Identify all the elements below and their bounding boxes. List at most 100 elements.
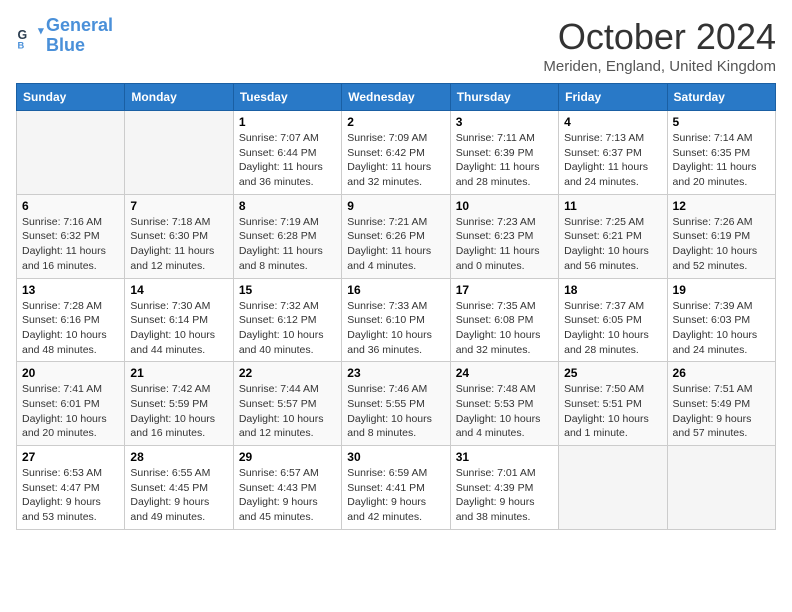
calendar-cell: 2Sunrise: 7:09 AM Sunset: 6:42 PM Daylig… <box>342 111 450 195</box>
location-subtitle: Meriden, England, United Kingdom <box>543 58 776 75</box>
weekday-header-thursday: Thursday <box>450 84 558 111</box>
day-number: 25 <box>564 366 661 380</box>
calendar-cell: 3 Sunrise: 7:11 AM Sunset: 6:39 PM Daylig… <box>450 111 558 195</box>
weekday-header-friday: Friday <box>559 84 667 111</box>
logo-icon: G B <box>16 22 44 50</box>
calendar-week-row: 6 Sunrise: 7:16 AM Sunset: 6:32 PM Daylig… <box>17 194 776 278</box>
day-number: 5 <box>673 115 770 129</box>
day-number: 8 <box>239 199 336 213</box>
weekday-header-tuesday: Tuesday <box>233 84 341 111</box>
day-number: 12 <box>673 199 770 213</box>
header: G B General Blue October 2024 Meriden, E… <box>16 16 776 75</box>
day-detail: Sunrise: 7:44 AM Sunset: 5:57 PM Dayligh… <box>239 382 336 441</box>
calendar-cell: 12 Sunrise: 7:26 AM Sunset: 6:19 PM Dayli… <box>667 194 775 278</box>
day-detail: Sunrise: 7:13 AM Sunset: 6:37 PM Dayligh… <box>564 131 661 190</box>
calendar-week-row: 20 Sunrise: 7:41 AM Sunset: 6:01 PM Dayli… <box>17 362 776 446</box>
calendar-cell: 21 Sunrise: 7:42 AM Sunset: 5:59 PM Dayli… <box>125 362 233 446</box>
calendar-cell <box>125 111 233 195</box>
calendar-week-row: 13Sunrise: 7:28 AM Sunset: 6:16 PM Dayli… <box>17 278 776 362</box>
title-block: October 2024 Meriden, England, United Ki… <box>543 16 776 75</box>
calendar-cell: 10 Sunrise: 7:23 AM Sunset: 6:23 PM Dayli… <box>450 194 558 278</box>
calendar-cell: 29 Sunrise: 6:57 AM Sunset: 4:43 PM Dayli… <box>233 446 341 530</box>
day-number: 17 <box>456 283 553 297</box>
day-number: 14 <box>130 283 227 297</box>
day-number: 29 <box>239 450 336 464</box>
day-number: 26 <box>673 366 770 380</box>
day-detail: Sunrise: 7:30 AM Sunset: 6:14 PM Dayligh… <box>130 299 227 358</box>
day-detail: Sunrise: 7:41 AM Sunset: 6:01 PM Dayligh… <box>22 382 119 441</box>
day-number: 9 <box>347 199 444 213</box>
calendar-cell: 22 Sunrise: 7:44 AM Sunset: 5:57 PM Dayli… <box>233 362 341 446</box>
day-detail: Sunrise: 7:01 AM Sunset: 4:39 PM Dayligh… <box>456 466 553 525</box>
calendar-week-row: 1Sunrise: 7:07 AM Sunset: 6:44 PM Daylig… <box>17 111 776 195</box>
day-detail: Sunrise: 6:53 AM Sunset: 4:47 PM Dayligh… <box>22 466 119 525</box>
day-detail: Sunrise: 7:37 AM Sunset: 6:05 PM Dayligh… <box>564 299 661 358</box>
day-detail: Sunrise: 7:33 AM Sunset: 6:10 PM Dayligh… <box>347 299 444 358</box>
day-detail: Sunrise: 6:55 AM Sunset: 4:45 PM Dayligh… <box>130 466 227 525</box>
day-detail: Sunrise: 7:25 AM Sunset: 6:21 PM Dayligh… <box>564 215 661 274</box>
calendar-cell: 23Sunrise: 7:46 AM Sunset: 5:55 PM Dayli… <box>342 362 450 446</box>
logo: G B General Blue <box>16 16 113 56</box>
day-detail: Sunrise: 7:19 AM Sunset: 6:28 PM Dayligh… <box>239 215 336 274</box>
day-number: 7 <box>130 199 227 213</box>
day-detail: Sunrise: 7:11 AM Sunset: 6:39 PM Dayligh… <box>456 131 553 190</box>
calendar-cell: 27 Sunrise: 6:53 AM Sunset: 4:47 PM Dayli… <box>17 446 125 530</box>
logo-text-blue: Blue <box>46 36 113 56</box>
day-number: 22 <box>239 366 336 380</box>
day-number: 4 <box>564 115 661 129</box>
day-detail: Sunrise: 7:18 AM Sunset: 6:30 PM Dayligh… <box>130 215 227 274</box>
day-number: 27 <box>22 450 119 464</box>
calendar-cell: 15Sunrise: 7:32 AM Sunset: 6:12 PM Dayli… <box>233 278 341 362</box>
day-detail: Sunrise: 7:50 AM Sunset: 5:51 PM Dayligh… <box>564 382 661 441</box>
calendar-cell: 8 Sunrise: 7:19 AM Sunset: 6:28 PM Daylig… <box>233 194 341 278</box>
calendar-cell: 18Sunrise: 7:37 AM Sunset: 6:05 PM Dayli… <box>559 278 667 362</box>
calendar-body: 1Sunrise: 7:07 AM Sunset: 6:44 PM Daylig… <box>17 111 776 530</box>
day-number: 11 <box>564 199 661 213</box>
calendar-cell: 16Sunrise: 7:33 AM Sunset: 6:10 PM Dayli… <box>342 278 450 362</box>
calendar-cell: 19Sunrise: 7:39 AM Sunset: 6:03 PM Dayli… <box>667 278 775 362</box>
day-number: 21 <box>130 366 227 380</box>
month-title: October 2024 <box>543 16 776 58</box>
day-detail: Sunrise: 7:16 AM Sunset: 6:32 PM Dayligh… <box>22 215 119 274</box>
weekday-header-monday: Monday <box>125 84 233 111</box>
calendar-cell: 30Sunrise: 6:59 AM Sunset: 4:41 PM Dayli… <box>342 446 450 530</box>
day-detail: Sunrise: 7:42 AM Sunset: 5:59 PM Dayligh… <box>130 382 227 441</box>
day-detail: Sunrise: 7:28 AM Sunset: 6:16 PM Dayligh… <box>22 299 119 358</box>
calendar-cell: 13Sunrise: 7:28 AM Sunset: 6:16 PM Dayli… <box>17 278 125 362</box>
day-detail: Sunrise: 7:07 AM Sunset: 6:44 PM Dayligh… <box>239 131 336 190</box>
calendar-cell: 4 Sunrise: 7:13 AM Sunset: 6:37 PM Daylig… <box>559 111 667 195</box>
day-number: 19 <box>673 283 770 297</box>
day-number: 24 <box>456 366 553 380</box>
calendar-cell <box>559 446 667 530</box>
calendar-cell <box>667 446 775 530</box>
weekday-header-row: SundayMondayTuesdayWednesdayThursdayFrid… <box>17 84 776 111</box>
day-number: 20 <box>22 366 119 380</box>
day-number: 10 <box>456 199 553 213</box>
day-detail: Sunrise: 7:48 AM Sunset: 5:53 PM Dayligh… <box>456 382 553 441</box>
calendar-cell: 7 Sunrise: 7:18 AM Sunset: 6:30 PM Daylig… <box>125 194 233 278</box>
day-detail: Sunrise: 7:51 AM Sunset: 5:49 PM Dayligh… <box>673 382 770 441</box>
day-number: 6 <box>22 199 119 213</box>
weekday-header-saturday: Saturday <box>667 84 775 111</box>
day-number: 15 <box>239 283 336 297</box>
day-detail: Sunrise: 6:59 AM Sunset: 4:41 PM Dayligh… <box>347 466 444 525</box>
calendar-cell: 6 Sunrise: 7:16 AM Sunset: 6:32 PM Daylig… <box>17 194 125 278</box>
calendar-cell: 9 Sunrise: 7:21 AM Sunset: 6:26 PM Daylig… <box>342 194 450 278</box>
weekday-header-wednesday: Wednesday <box>342 84 450 111</box>
day-detail: Sunrise: 6:57 AM Sunset: 4:43 PM Dayligh… <box>239 466 336 525</box>
day-detail: Sunrise: 7:21 AM Sunset: 6:26 PM Dayligh… <box>347 215 444 274</box>
calendar-cell: 11 Sunrise: 7:25 AM Sunset: 6:21 PM Dayli… <box>559 194 667 278</box>
calendar-cell: 14 Sunrise: 7:30 AM Sunset: 6:14 PM Dayli… <box>125 278 233 362</box>
weekday-header-sunday: Sunday <box>17 84 125 111</box>
day-detail: Sunrise: 7:14 AM Sunset: 6:35 PM Dayligh… <box>673 131 770 190</box>
day-number: 3 <box>456 115 553 129</box>
calendar-cell <box>17 111 125 195</box>
calendar-table: SundayMondayTuesdayWednesdayThursdayFrid… <box>16 83 776 530</box>
day-detail: Sunrise: 7:23 AM Sunset: 6:23 PM Dayligh… <box>456 215 553 274</box>
calendar-cell: 26 Sunrise: 7:51 AM Sunset: 5:49 PM Dayli… <box>667 362 775 446</box>
day-detail: Sunrise: 7:26 AM Sunset: 6:19 PM Dayligh… <box>673 215 770 274</box>
day-number: 23 <box>347 366 444 380</box>
calendar-cell: 5 Sunrise: 7:14 AM Sunset: 6:35 PM Daylig… <box>667 111 775 195</box>
logo-text-general: General <box>46 16 113 36</box>
day-number: 31 <box>456 450 553 464</box>
